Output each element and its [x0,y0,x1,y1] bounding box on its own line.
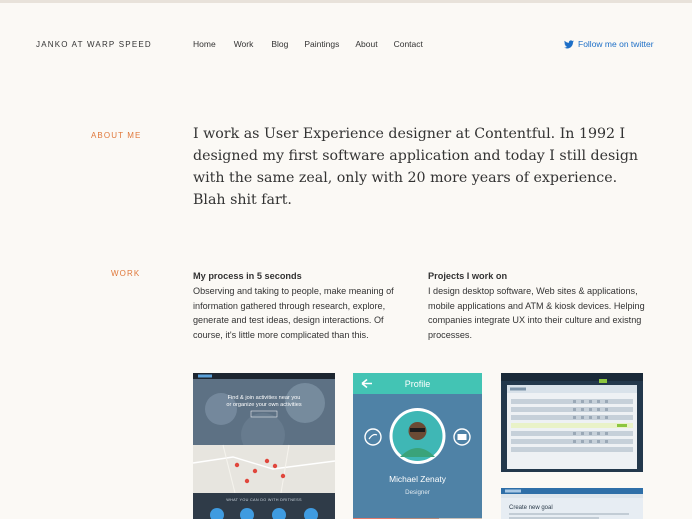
nav-home[interactable]: Home [193,39,216,49]
create-goal-art: Create new goal [501,488,643,519]
website-thumbnail[interactable]: Find & join activities near you or organ… [193,373,335,519]
twitter-label: Follow me on twitter [578,39,654,49]
dashboard-thumbnail[interactable] [501,373,643,472]
create-goal-title: Create new goal [509,505,553,511]
dashboard-art [501,373,643,472]
nav-contact[interactable]: Contact [394,39,423,49]
nav-about[interactable]: About [355,39,377,49]
profile-role: Designer [405,489,430,496]
about-text: I work as User Experience designer at Co… [193,126,639,208]
twitter-follow-link[interactable]: Follow me on twitter [564,39,654,49]
mobile-profile-thumbnail[interactable]: Profile Michael Zenaty Designer [353,373,482,519]
mobile-profile-art: Profile Michael Zenaty Designer [353,373,482,519]
process-column: My process in 5 seconds Observing and ta… [193,269,408,343]
work-label: WORK [111,269,141,278]
process-title: My process in 5 seconds [193,271,302,281]
projects-column: Projects I work on I design desktop soft… [428,269,648,343]
create-goal-thumbnail[interactable]: Create new goal [501,488,643,519]
process-text: Observing and taking to people, make mea… [193,285,394,341]
nav-blog[interactable]: Blog [271,39,288,49]
website-hero-line-1: Find & join activities near you [228,395,301,401]
projects-text: I design desktop software, Web sites & a… [428,285,645,341]
nav-work[interactable]: Work [234,39,254,49]
website-hero-line-2: or organize your own activities [226,402,301,408]
main-nav: Home Work Blog Paintings About Contact [193,39,423,49]
website-band-text: WHAT YOU CAN DO WITH DRITNESS [226,498,302,502]
projects-title: Projects I work on [428,271,508,281]
twitter-bird-icon [564,39,574,48]
site-logo[interactable]: JANKO AT WARP SPEED [36,40,152,49]
profile-header-text: Profile [405,379,431,389]
page: JANKO AT WARP SPEED Home Work Blog Paint… [0,0,692,519]
nav-paintings[interactable]: Paintings [304,39,339,49]
about-label: ABOUT ME [91,131,142,140]
website-thumbnail-art: Find & join activities near you or organ… [193,373,335,519]
profile-name: Michael Zenaty [389,474,447,484]
